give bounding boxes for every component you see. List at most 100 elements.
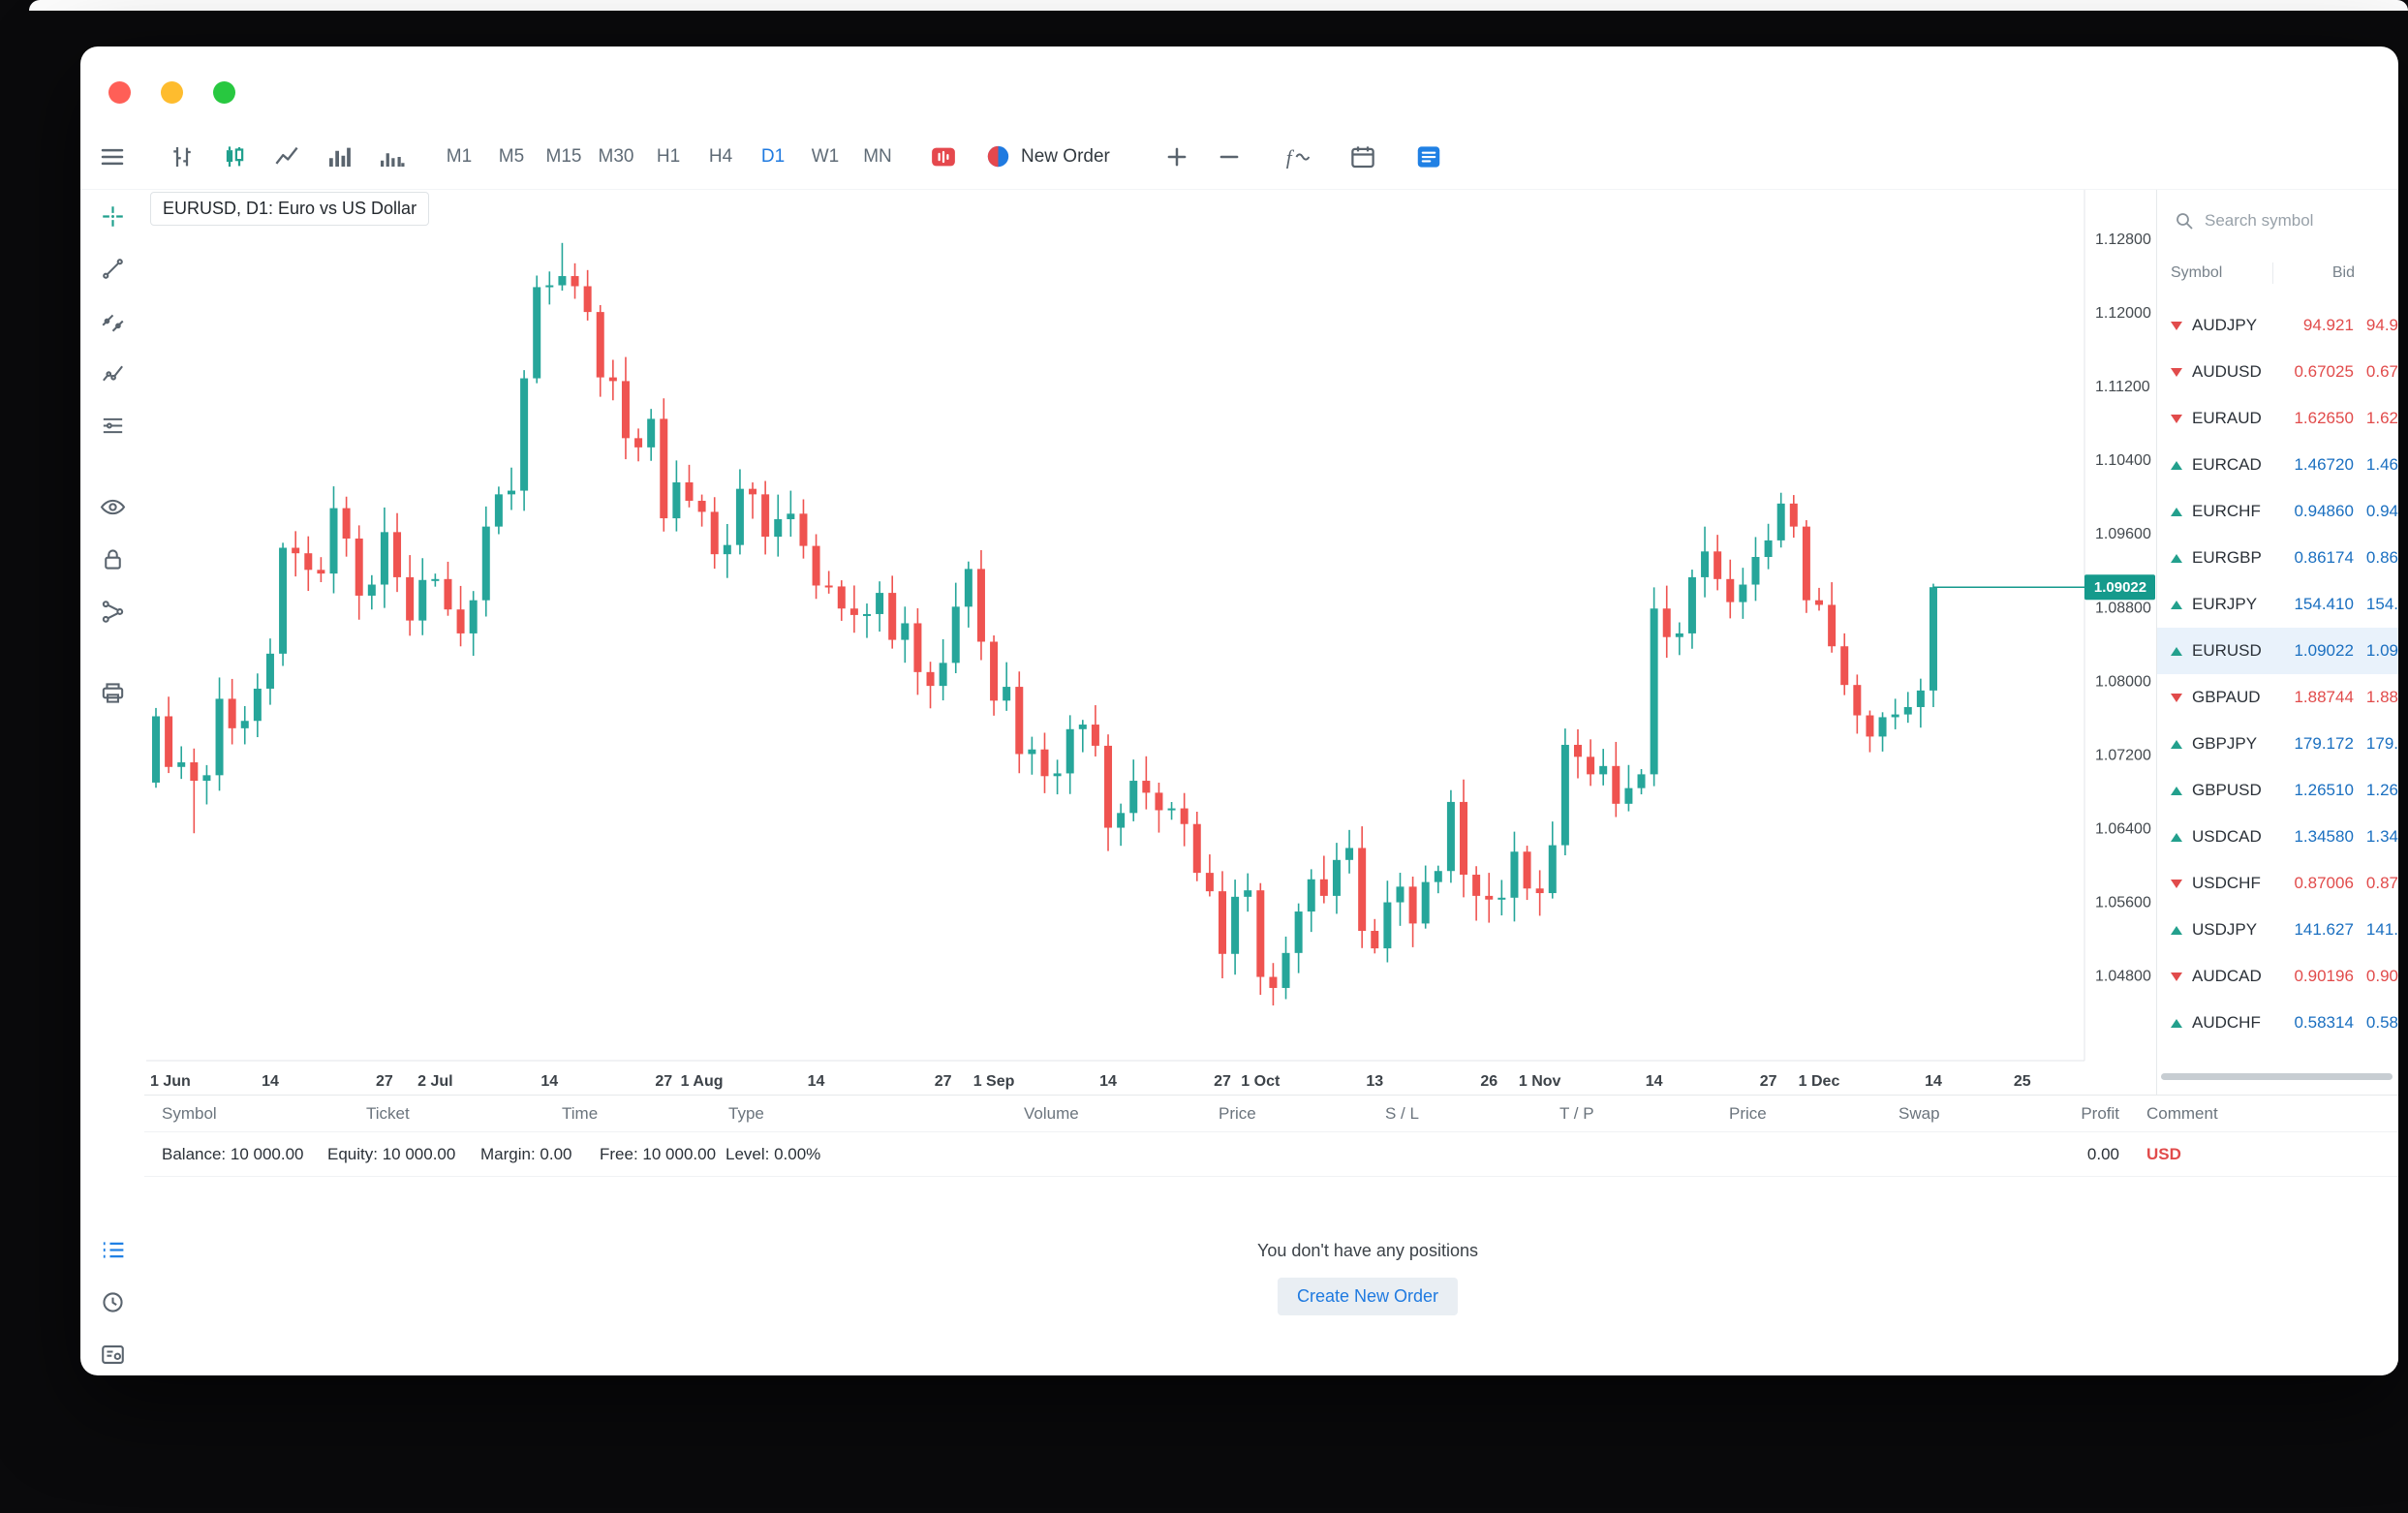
market-depth-button[interactable]: [925, 139, 962, 175]
symbol-name: EURCHF: [2192, 502, 2261, 520]
market-watch-row-gbpaud[interactable]: GBPAUD 1.88744 1.88: [2157, 674, 2398, 721]
news-list-icon: [1417, 145, 1440, 168]
tick-volume-button[interactable]: [373, 139, 410, 175]
crosshair-button[interactable]: [95, 199, 130, 233]
tick-volume-icon: [381, 152, 405, 167]
bid-price: 0.94860: [2294, 502, 2354, 520]
market-watch-row-audjpy[interactable]: AUDJPY 94.921 94.9: [2157, 302, 2398, 349]
market-watch-row-eurusd[interactable]: EURUSD 1.09022 1.09: [2157, 628, 2398, 674]
column-header-tp: T / P: [1559, 1103, 1594, 1123]
horizontal-scrollbar[interactable]: [2161, 1073, 2393, 1080]
zoom-out-button[interactable]: [1211, 139, 1248, 175]
market-watch-row-eurgbp[interactable]: EURGBP 0.86174 0.86: [2157, 535, 2398, 581]
ask-price: 141.: [2365, 920, 2398, 939]
bid-price: 154.410: [2294, 595, 2354, 613]
object-visibility-button[interactable]: [95, 489, 130, 524]
app-window: M1M5M15M30H1H4D1W1MN New Order f: [80, 46, 2398, 1375]
svg-text:1.08000: 1.08000: [2095, 673, 2151, 690]
svg-text:13: 13: [1366, 1073, 1383, 1090]
new-order-icon: [987, 145, 1009, 168]
svg-text:1.11200: 1.11200: [2095, 379, 2150, 395]
minimize-window-button[interactable]: [161, 81, 183, 104]
timeframe-button-h4[interactable]: H4: [698, 139, 743, 174]
timeframe-group: M1 M5 M15 M30 H1 H4 D1 W1 MN: [437, 139, 900, 174]
chart-mode-group: [164, 139, 410, 175]
bid-price: 1.26510: [2294, 781, 2354, 799]
ask-price: 1.46: [2365, 455, 2398, 474]
line-chart-mode-button[interactable]: [268, 139, 305, 175]
column-header-ticket: Ticket: [366, 1103, 410, 1123]
svg-text:1.12800: 1.12800: [2095, 232, 2151, 248]
svg-text:14: 14: [1646, 1073, 1663, 1090]
eye-icon: [100, 499, 125, 514]
close-window-button[interactable]: [108, 81, 131, 104]
market-watch-row-eurcad[interactable]: EURCAD 1.46720 1.46: [2157, 442, 2398, 488]
up-tick-icon: [2171, 786, 2182, 795]
history-tab-button[interactable]: [95, 1284, 130, 1319]
timeframe-button-mn[interactable]: MN: [855, 139, 900, 174]
market-watch-row-gbpusd[interactable]: GBPUSD 1.26510 1.26: [2157, 767, 2398, 814]
trade-list-icon: [103, 1241, 123, 1258]
new-order-button[interactable]: New Order: [985, 143, 1110, 170]
journal-tab-button[interactable]: [95, 1337, 130, 1372]
bar-chart-mode-button[interactable]: [164, 139, 201, 175]
print-button[interactable]: [95, 675, 130, 710]
symbol-name: USDCAD: [2192, 827, 2262, 846]
market-watch-row-audchf[interactable]: AUDCHF 0.58314 0.58: [2157, 1000, 2398, 1046]
symbol-name: EURCAD: [2192, 455, 2262, 474]
market-watch-row-euraud[interactable]: EURAUD 1.62650 1.62: [2157, 395, 2398, 442]
market-watch-row-audusd[interactable]: AUDUSD 0.67025 0.67: [2157, 349, 2398, 395]
search-input[interactable]: [2205, 211, 2383, 231]
menu-icon: [101, 148, 124, 165]
market-watch-row-usdchf[interactable]: USDCHF 0.87006 0.87: [2157, 860, 2398, 907]
news-button[interactable]: [1410, 139, 1447, 175]
symbol-name: GBPUSD: [2192, 781, 2262, 799]
svg-text:26: 26: [1480, 1073, 1497, 1090]
column-header-swap: Swap: [1899, 1103, 1940, 1123]
bar-chart-icon: [173, 146, 191, 167]
timeframe-button-d1[interactable]: D1: [751, 139, 795, 174]
symbol-search[interactable]: [2167, 201, 2389, 240]
balance-item: Equity: 10 000.00: [327, 1144, 456, 1163]
timeframe-button-w1[interactable]: W1: [803, 139, 848, 174]
candlestick-mode-button[interactable]: [216, 139, 253, 175]
bid-price: 0.87006: [2294, 874, 2354, 892]
down-tick-icon: [2171, 367, 2182, 377]
trade-tab-button[interactable]: [95, 1232, 130, 1267]
market-watch-row-eurchf[interactable]: EURCHF 0.94860 0.94: [2157, 488, 2398, 535]
polyline-button[interactable]: [95, 355, 130, 390]
trade-columns: Symbol Ticket Time Type Volume Price S / L T / …: [144, 1096, 2398, 1132]
down-tick-icon: [2171, 321, 2182, 330]
up-tick-icon: [2171, 739, 2182, 749]
column-header-type: Type: [728, 1103, 764, 1123]
chart-title: EURUSD, D1: Euro vs US Dollar: [150, 192, 430, 226]
bid-price: 1.62650: [2294, 409, 2354, 427]
lock-objects-button[interactable]: [95, 541, 130, 576]
calendar-button[interactable]: [1344, 139, 1381, 175]
zoom-window-button[interactable]: [213, 81, 235, 104]
zoom-in-button[interactable]: [1158, 139, 1195, 175]
market-watch-row-audcad[interactable]: AUDCAD 0.90196 0.90: [2157, 953, 2398, 1000]
timeframe-button-m15[interactable]: M15: [541, 139, 586, 174]
create-new-order-button[interactable]: Create New Order: [1277, 1278, 1459, 1315]
timeframe-button-h1[interactable]: H1: [646, 139, 691, 174]
market-watch-row-usdcad[interactable]: USDCAD 1.34580 1.34: [2157, 814, 2398, 860]
line-chart-icon: [275, 146, 298, 165]
market-watch-row-eurjpy[interactable]: EURJPY 154.410 154.: [2157, 581, 2398, 628]
objects-tree-button[interactable]: [95, 594, 130, 629]
trendline-button[interactable]: [95, 251, 130, 286]
market-watch-row-usdjpy[interactable]: USDJPY 141.627 141.: [2157, 907, 2398, 953]
timeframe-button-m5[interactable]: M5: [489, 139, 534, 174]
channel-button[interactable]: [95, 303, 130, 338]
symbol-name: EURGBP: [2192, 548, 2262, 567]
red-badge-icon: [932, 147, 955, 166]
market-watch-row-gbpjpy[interactable]: GBPJPY 179.172 179.: [2157, 721, 2398, 767]
volume-button[interactable]: [321, 139, 357, 175]
candlestick-chart[interactable]: 1.12800 1.12000 1.11200 1.10400 1.09600 1.088…: [146, 190, 2156, 1095]
timeframe-button-m30[interactable]: M30: [594, 139, 638, 174]
levels-button[interactable]: [95, 408, 130, 443]
menu-button[interactable]: [94, 139, 131, 175]
indicators-button[interactable]: f: [1279, 139, 1315, 175]
timeframe-button-m1[interactable]: M1: [437, 139, 481, 174]
market-watch-header: Symbol Bid: [2157, 256, 2398, 291]
